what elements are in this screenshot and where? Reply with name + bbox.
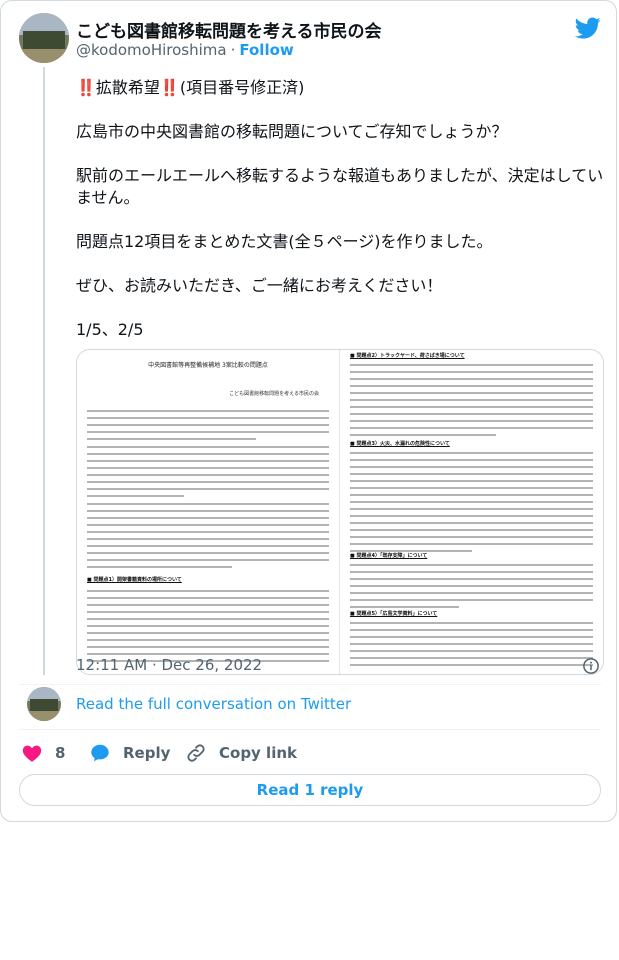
attached-document-image[interactable]: 中央図書館等再整備候補地 3案比較の問題点 こども図書館移転問題を考える市民の会… (76, 349, 604, 675)
document-heading: ■ 問題点5）「広島文学資料」について (350, 611, 438, 617)
document-heading: ■ 問題点3）火災、水漏れの危険性について (350, 441, 450, 447)
author-handle[interactable]: @kodomoHiroshima (76, 41, 227, 59)
tweet-card: こども図書館移転問題を考える市民の会 @kodomoHiroshima · Foll… (0, 0, 617, 822)
heart-icon (22, 745, 42, 762)
read-full-conversation-link[interactable]: Read the full conversation on Twitter (76, 695, 351, 713)
copy-link-label: Copy link (219, 744, 297, 762)
document-page-2: ■ 問題点2）トラックヤード、荷さばき場について ■ 問題点3）火災、水漏れの危… (340, 350, 603, 674)
divider (19, 729, 601, 730)
tweet-actions: 8 Reply Copy link (19, 741, 601, 765)
tweet-line-5: ぜひ、お読みいただき、ご一緒にお考えください！ (76, 276, 443, 295)
tweet-line-6: 1/5、2/5 (76, 320, 144, 339)
reply-bubble-icon (91, 744, 109, 762)
reply-label: Reply (123, 744, 171, 762)
tweet-line-2: 広島市の中央図書館の移転問題についてご存知でしょうか？ (76, 122, 508, 141)
document-body-text (350, 364, 593, 441)
document-body-text (350, 564, 593, 613)
follow-link[interactable]: Follow (239, 41, 293, 59)
author-name[interactable]: こども図書館移転問題を考える市民の会 (76, 17, 382, 42)
info-icon[interactable] (582, 657, 600, 675)
tweet-text: ‼️拡散希望‼️(項目番号修正済) 広島市の中央図書館の移転問題についてご存知で… (76, 77, 606, 363)
document-heading: ■ 問題点4）「既存支障」について (350, 553, 428, 559)
document-heading: ■ 問題点2）トラックヤード、荷さばき場について (350, 353, 465, 359)
document-body-text (350, 622, 593, 671)
document-body-text (87, 410, 329, 573)
document-page-1: 中央図書館等再整備候補地 3案比較の問題点 こども図書館移転問題を考える市民の会… (77, 350, 340, 674)
reply-avatar (27, 687, 61, 721)
copy-link-button[interactable]: Copy link (185, 741, 297, 765)
link-icon (187, 744, 205, 762)
reply-button[interactable]: Reply (89, 741, 170, 765)
twitter-bird-icon[interactable] (575, 15, 601, 41)
divider (19, 684, 601, 685)
document-author: こども図書館移転問題を考える市民の会 (229, 391, 319, 397)
like-count: 8 (55, 744, 66, 762)
author-handle-row: @kodomoHiroshima · Follow (76, 41, 294, 59)
tweet-timestamp[interactable]: 12:11 AM · Dec 26, 2022 (76, 656, 262, 674)
document-title: 中央図書館等再整備候補地 3案比較の問題点 (148, 362, 268, 369)
separator-dot: · (230, 41, 236, 59)
document-body-text (350, 452, 593, 557)
tweet-line-1: ‼️拡散希望‼️(項目番号修正済) (76, 78, 305, 97)
read-replies-button[interactable]: Read 1 reply (19, 774, 601, 806)
document-heading: ■ 問題点1）開架書籍資料の場所について (87, 577, 182, 583)
tweet-line-4: 問題点12項目をまとめた文書(全５ページ)を作りました。 (76, 232, 493, 251)
author-avatar[interactable] (19, 13, 69, 63)
tweet-line-3: 駅前のエールエールへ移転するような報道もありましたが、決定はしていません。 (76, 166, 604, 207)
thread-line (43, 67, 45, 675)
like-button[interactable]: 8 (21, 741, 65, 765)
